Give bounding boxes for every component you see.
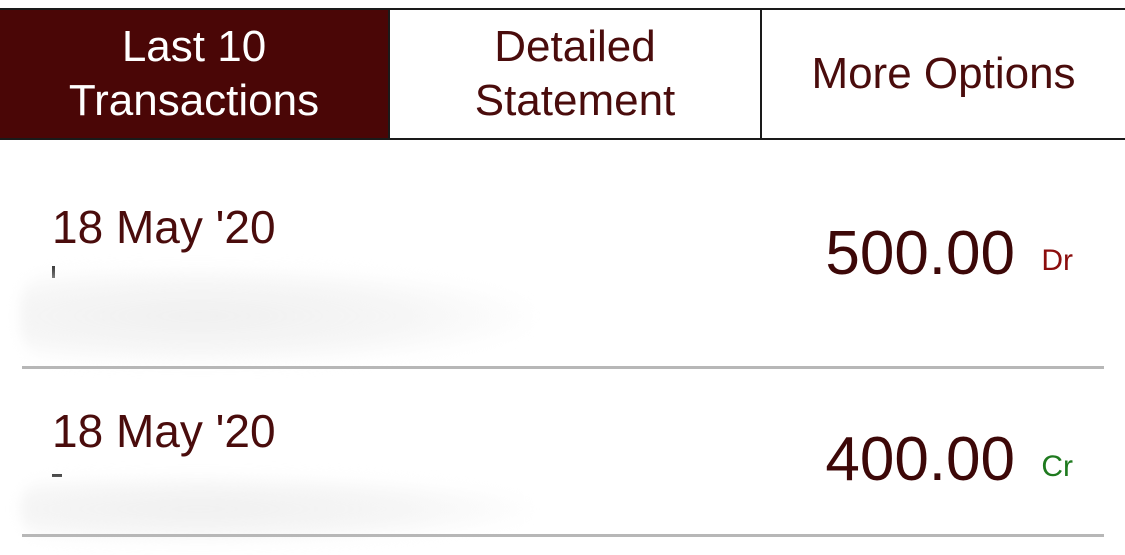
transaction-amount: 400.00 — [825, 425, 1015, 494]
tab-detailed-statement[interactable]: Detailed Statement — [388, 10, 762, 138]
transaction-row[interactable]: 18 May '20 500.00 Dr — [0, 140, 1125, 370]
tab-label-line1: More Options — [811, 49, 1076, 98]
transaction-type-debit: Dr — [1041, 244, 1073, 277]
tab-label-line1: Detailed — [494, 22, 656, 71]
transaction-amount: 500.00 — [825, 219, 1015, 288]
row-divider — [22, 534, 1104, 537]
tab-label-line2: Statement — [474, 76, 676, 125]
transaction-type-credit: Cr — [1041, 450, 1073, 483]
tab-label-line2: Transactions — [68, 76, 320, 125]
transaction-row[interactable]: 18 May '20 400.00 Cr — [0, 370, 1125, 544]
row-divider — [22, 366, 1104, 369]
tab-last-10-transactions[interactable]: Last 10 Transactions — [0, 10, 388, 138]
redacted-description — [20, 266, 530, 366]
tab-bar: Last 10 Transactions Detailed Statement … — [0, 8, 1125, 140]
tab-label: Last 10 Transactions — [69, 20, 319, 128]
tab-label: Detailed Statement — [475, 20, 676, 128]
tab-more-options[interactable]: More Options — [762, 10, 1125, 138]
transaction-date: 18 May '20 — [52, 405, 276, 457]
transaction-date: 18 May '20 — [52, 201, 276, 253]
tab-label-line1: Last 10 — [121, 22, 267, 71]
tab-label: More Options — [811, 47, 1075, 101]
